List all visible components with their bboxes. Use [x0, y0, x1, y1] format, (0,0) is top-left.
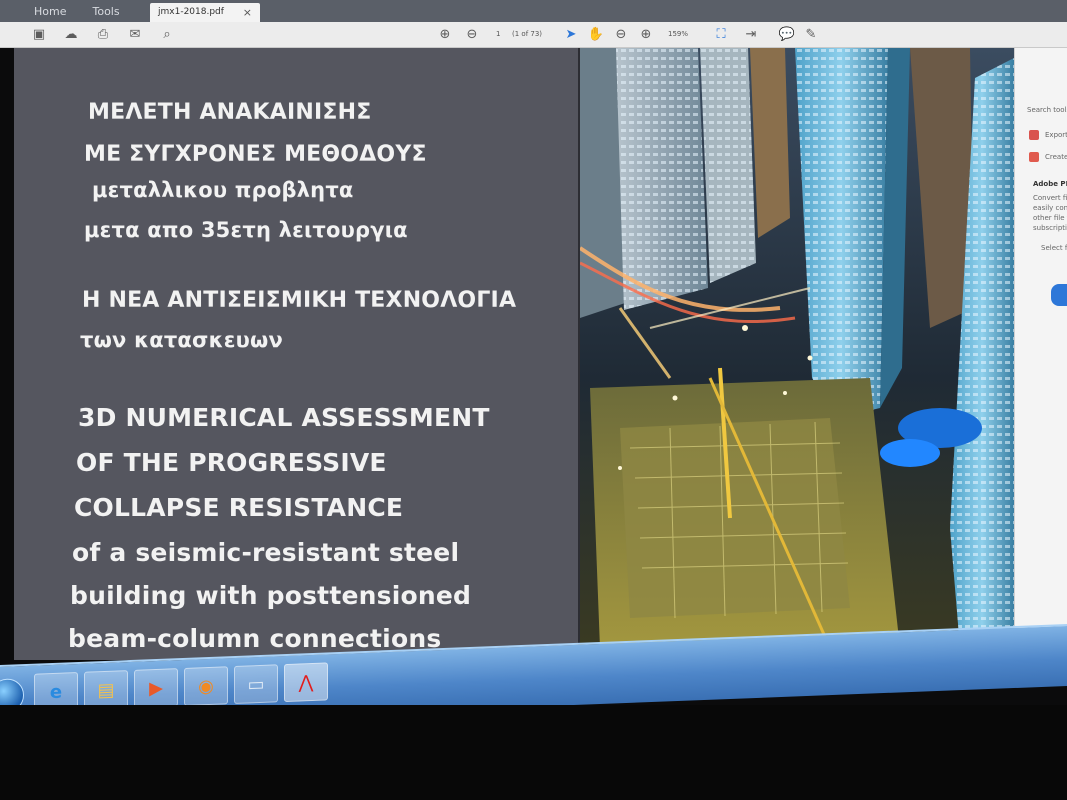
search-tools-input[interactable]: Search tools	[1027, 106, 1067, 114]
city-night-photo	[580, 48, 1014, 648]
promo-text: easily conve	[1033, 204, 1067, 212]
zoom-icon[interactable]: ⌕	[158, 26, 176, 44]
greek-title-line: ΜΕ ΣΥΓΧΡΟΝΕΣ ΜΕΘΟΔΟΥΣ	[84, 142, 427, 167]
create-tool[interactable]: Create	[1045, 153, 1067, 161]
zoom-out-icon[interactable]: ⊖	[612, 26, 630, 44]
mail-icon[interactable]: ✉	[126, 26, 144, 44]
tab-home[interactable]: Home	[34, 5, 66, 18]
tools-pane: Search tools Export Create Adobe PDF Con…	[1014, 48, 1067, 660]
greek-subtitle-line: των κατασκευων	[80, 328, 283, 352]
page-number-input[interactable]: 1	[496, 30, 500, 38]
pen-icon[interactable]: ✎	[802, 26, 820, 44]
toolbar: ▣ ☁ ⎙ ✉ ⌕ ⊕ ⊖ 1 (1 of 73) ➤ ✋ ⊖ ⊕ 159% ⛶…	[0, 22, 1067, 48]
export-icon	[1029, 130, 1039, 140]
city-photo-drawing	[580, 48, 1014, 648]
upload-icon[interactable]: ☁	[62, 26, 80, 44]
next-page-icon[interactable]: ⊖	[463, 26, 481, 44]
window-icon[interactable]: ▭	[234, 664, 278, 705]
adobe-pdf-heading: Adobe PDF	[1033, 180, 1067, 188]
screen: Home Tools jmx1-2018.pdf × ▣ ☁ ⎙ ✉ ⌕ ⊕ ⊖…	[0, 0, 1067, 800]
firefox-icon[interactable]: ◉	[184, 666, 228, 706]
zoom-in-icon[interactable]: ⊕	[637, 26, 655, 44]
comment-icon[interactable]: 💬	[778, 26, 796, 44]
close-icon[interactable]: ×	[243, 6, 252, 19]
greek-title-line: μεταλλικου προβλητα	[92, 178, 354, 202]
promo-text: other file fo	[1033, 214, 1067, 222]
hand-icon[interactable]: ✋	[587, 26, 605, 44]
pdf-page: ΜΕΛΕΤΗ ΑΝΑΚΑΙΝΙΣΗΣ ΜΕ ΣΥΓΧΡΟΝΕΣ ΜΕΘΟΔΟΥΣ…	[14, 48, 1014, 660]
page-count: (1 of 73)	[512, 30, 543, 38]
document-tab-label: jmx1-2018.pdf	[158, 7, 224, 17]
print-icon[interactable]: ⎙	[94, 26, 112, 44]
greek-title-line: μετα απο 35ετη λειτουργια	[84, 218, 408, 242]
convert-button[interactable]	[1051, 284, 1067, 306]
prev-page-icon[interactable]: ⊕	[436, 26, 454, 44]
monitor-bezel	[0, 705, 1067, 800]
english-title-line: 3D NUMERICAL ASSESSMENT	[78, 403, 490, 432]
title-panel: ΜΕΛΕΤΗ ΑΝΑΚΑΙΝΙΣΗΣ ΜΕ ΣΥΓΧΡΟΝΕΣ ΜΕΘΟΔΟΥΣ…	[14, 48, 580, 660]
media-icon[interactable]: ▶	[134, 668, 178, 708]
english-title-line: OF THE PROGRESSIVE	[76, 448, 387, 477]
acrobat-icon[interactable]: ⋀	[284, 662, 328, 703]
greek-subtitle-line: Η ΝΕΑ ΑΝΤΙΣΕΙΣΜΙΚΗ ΤΕΧΝΟΛΟΓΙΑ	[82, 288, 517, 313]
fit-icon[interactable]: ⛶	[712, 26, 730, 44]
english-title-line: beam-column connections	[68, 624, 442, 653]
select-file-link[interactable]: Select fil	[1041, 244, 1067, 252]
promo-text: Convert files	[1033, 194, 1067, 202]
english-title-line: COLLAPSE RESISTANCE	[74, 493, 404, 522]
english-title-line: building with posttensioned	[70, 581, 472, 610]
promo-text: subscription	[1033, 224, 1067, 232]
scroll-icon[interactable]: ⇥	[742, 26, 760, 44]
create-icon	[1029, 152, 1039, 162]
explorer-icon[interactable]: ▤	[84, 670, 128, 710]
greek-title-line: ΜΕΛΕΤΗ ΑΝΑΚΑΙΝΙΣΗΣ	[88, 100, 372, 125]
tab-tools[interactable]: Tools	[92, 5, 119, 18]
cursor-icon[interactable]: ➤	[562, 26, 580, 44]
export-tool[interactable]: Export	[1045, 131, 1067, 139]
app-tab-bar: Home Tools jmx1-2018.pdf ×	[0, 0, 1067, 22]
document-tab[interactable]: jmx1-2018.pdf ×	[150, 3, 260, 22]
zoom-level[interactable]: 159%	[668, 30, 688, 38]
save-icon[interactable]: ▣	[30, 26, 48, 44]
english-title-line: of a seismic-resistant steel	[72, 538, 460, 567]
